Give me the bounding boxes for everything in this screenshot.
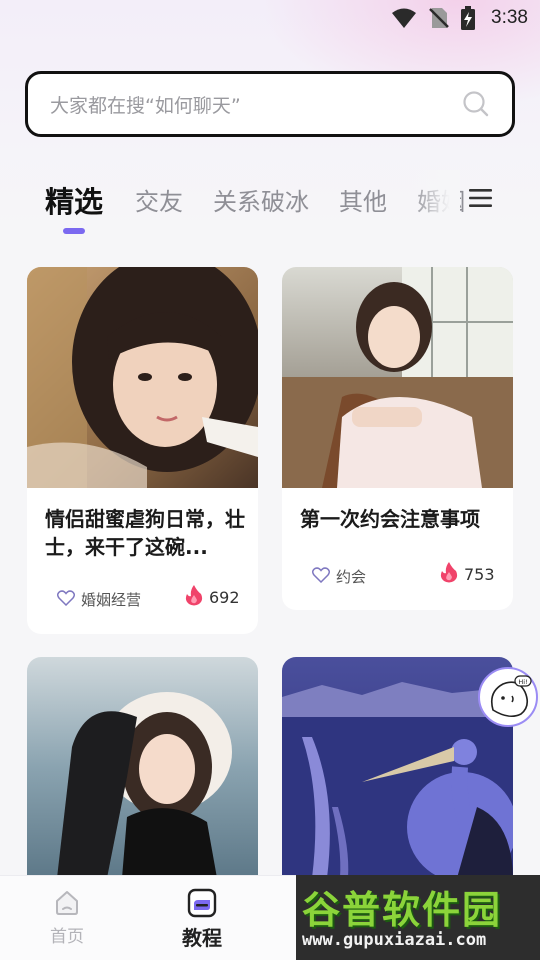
- heart-outline-icon: [56, 589, 76, 610]
- nav-home-label: 首页: [50, 927, 84, 947]
- nav-tutorial[interactable]: 教程: [162, 888, 242, 951]
- status-bar: 3:38: [0, 0, 540, 36]
- nav-home[interactable]: 首页: [27, 888, 107, 947]
- home-icon: [56, 891, 78, 915]
- article-tag-label: 约会: [336, 568, 367, 586]
- assistant-float-button[interactable]: Hi!: [478, 667, 538, 727]
- article-tag: 婚姻经营: [56, 589, 142, 610]
- float-badge-text: Hi!: [518, 678, 527, 686]
- tab-icebreak[interactable]: 关系破冰: [213, 182, 309, 217]
- ghost-mascot-icon: Hi!: [490, 675, 532, 718]
- article-card[interactable]: 情侣甜蜜虐狗日常，壮士，来干了这碗... 婚姻经营 692: [27, 267, 258, 634]
- status-time: 3:38: [491, 7, 528, 28]
- watermark-logo-text: 谷普软件园: [302, 888, 503, 932]
- article-cover-image: [282, 267, 513, 488]
- battery-charging-icon: [461, 6, 476, 30]
- heart-outline-icon: [311, 566, 331, 587]
- no-sim-icon: [429, 7, 449, 29]
- heat-count: 692: [209, 587, 240, 607]
- watermark-url: www.gupuxiazai.com: [302, 930, 487, 950]
- search-input[interactable]: 大家都在搜“如何聊天”: [25, 71, 515, 137]
- article-title: 情侣甜蜜虐狗日常，壮士，来干了这碗...: [45, 507, 245, 559]
- tab-featured[interactable]: 精选: [45, 179, 103, 221]
- search-placeholder: 大家都在搜“如何聊天”: [50, 94, 241, 117]
- nav-tutorial-label: 教程: [182, 926, 222, 950]
- article-tag: 约会: [311, 566, 367, 587]
- heat-count: 753: [464, 564, 495, 584]
- article-heat: 753: [440, 561, 495, 587]
- menu-icon[interactable]: [469, 188, 493, 212]
- search-icon[interactable]: [462, 90, 490, 118]
- category-tabs: 精选 交友 关系破冰 其他 婚姻: [0, 170, 540, 240]
- article-title: 第一次约会注意事项: [300, 507, 480, 531]
- article-heat: 692: [185, 584, 240, 610]
- tutorial-book-icon: [187, 888, 217, 918]
- tab-friends[interactable]: 交友: [135, 182, 183, 217]
- tab-indicator: [63, 228, 85, 234]
- tab-fade: [410, 170, 460, 230]
- article-tag-label: 婚姻经营: [81, 591, 142, 609]
- article-cover-image: [27, 267, 258, 488]
- flame-icon: [440, 561, 458, 587]
- tab-other[interactable]: 其他: [339, 182, 387, 217]
- wifi-icon: [391, 7, 417, 29]
- article-card[interactable]: 第一次约会注意事项 约会 753: [282, 267, 513, 610]
- watermark: 谷普软件园 www.gupuxiazai.com: [296, 875, 540, 960]
- article-cover-image: [27, 657, 258, 878]
- flame-icon: [185, 584, 203, 610]
